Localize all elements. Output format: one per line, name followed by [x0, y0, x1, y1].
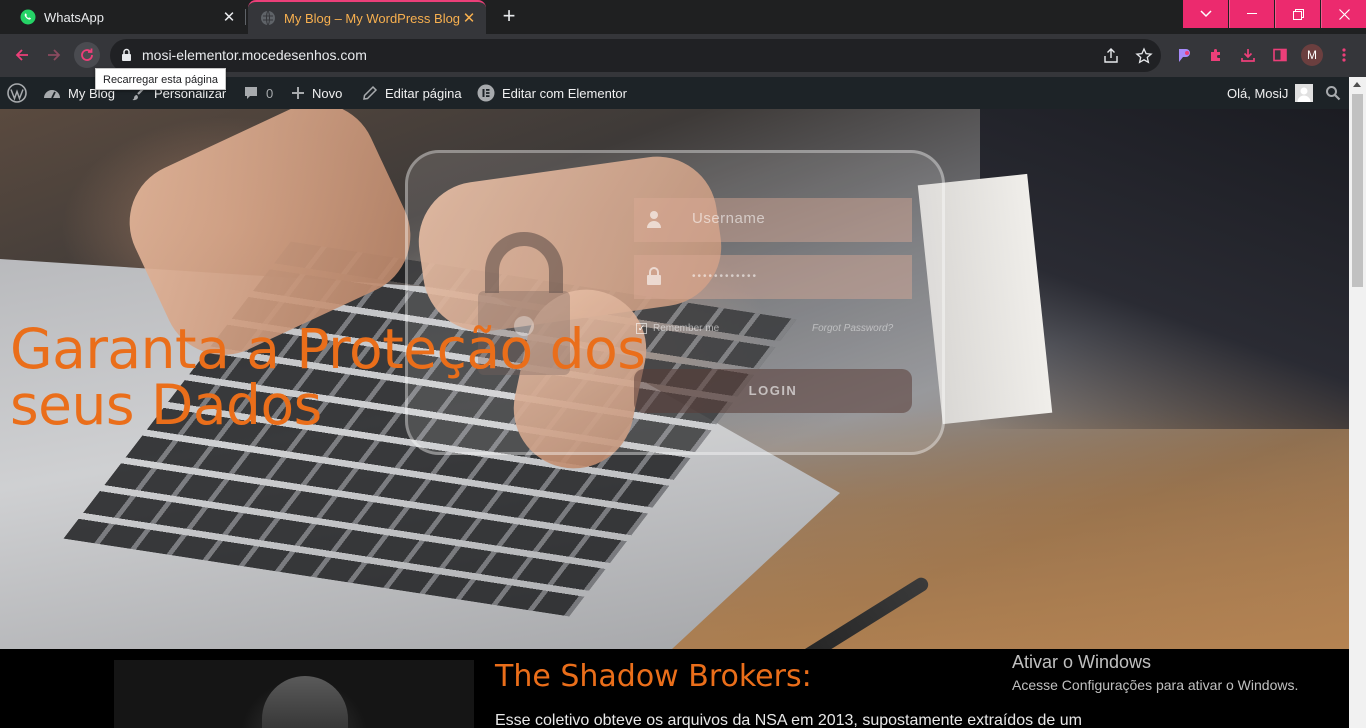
tab-strip: WhatsApp ✕ My Blog – My WordPress Blog ✕…: [0, 0, 1366, 34]
watermark-title: Ativar o Windows: [1012, 652, 1152, 672]
downloads-button[interactable]: [1238, 45, 1258, 65]
edit-elementor-label: Editar com Elementor: [502, 85, 627, 101]
section-paragraph: Esse coletivo obteve os arquivos da NSA …: [495, 712, 1082, 728]
scrollbar-thumb[interactable]: [1352, 94, 1363, 287]
page-viewport: My Blog Personalizar 0 Novo Editar págin…: [0, 77, 1349, 728]
extension-button[interactable]: [1174, 45, 1194, 65]
username-field: Username: [634, 198, 912, 242]
lock-icon: [122, 48, 131, 61]
user-avatar-icon: [1295, 84, 1314, 102]
comments-link[interactable]: 0: [243, 77, 273, 109]
edit-page-link[interactable]: Editar página: [362, 77, 462, 109]
username-placeholder: Username: [692, 210, 766, 227]
tab-whatsapp[interactable]: WhatsApp ✕: [0, 0, 246, 34]
globe-icon: [261, 10, 275, 26]
reload-button[interactable]: [74, 42, 100, 68]
puzzle-icon: [1211, 49, 1220, 61]
minimize-icon: [1247, 13, 1257, 14]
reload-icon: [81, 48, 93, 61]
watermark-subtitle: Acesse Configurações para ativar o Windo…: [1012, 677, 1299, 693]
minimize-button[interactable]: [1229, 0, 1274, 28]
brush-extension-icon: [1179, 49, 1190, 62]
whatsapp-icon: [20, 9, 36, 25]
password-field: ••••••••••••: [634, 255, 912, 299]
new-label: Novo: [312, 85, 343, 101]
side-panel-button[interactable]: [1270, 45, 1290, 65]
new-tab-button[interactable]: +: [496, 5, 522, 29]
hooded-figure-image: [114, 660, 474, 728]
comment-bubble-icon: [245, 87, 257, 99]
tab-search-button[interactable]: [1183, 0, 1228, 28]
wp-logo-menu[interactable]: [7, 77, 27, 109]
search-icon: [1326, 86, 1341, 101]
elementor-icon: [477, 84, 495, 102]
close-icon: [1338, 8, 1350, 20]
chevron-down-icon: [1199, 10, 1212, 18]
url-text: mosi-elementor.mocedesenhos.com: [142, 47, 367, 63]
greeting-label: Olá, MosiJ: [1227, 85, 1289, 101]
tab-my-blog[interactable]: My Blog – My WordPress Blog ✕: [248, 0, 486, 34]
hood-shape: [262, 676, 348, 728]
tab-title: WhatsApp: [44, 9, 104, 25]
lock-icon: [647, 267, 661, 285]
restore-button[interactable]: [1275, 0, 1320, 28]
download-icon: [1241, 49, 1255, 62]
reload-tooltip: Recarregar esta página: [95, 68, 226, 90]
close-tab-icon[interactable]: ✕: [460, 9, 478, 27]
back-button[interactable]: [10, 43, 34, 67]
arrow-left-icon: [15, 49, 28, 61]
windows-activation-watermark: Ativar o Windows Acesse Configurações pa…: [1012, 652, 1298, 693]
wordpress-logo-icon: [7, 83, 27, 103]
side-panel-icon: [1273, 48, 1287, 62]
arrow-right-icon: [48, 49, 61, 61]
my-account-menu[interactable]: Olá, MosiJ: [1227, 77, 1314, 109]
comments-count: 0: [266, 85, 274, 101]
share-icon[interactable]: [1102, 47, 1120, 65]
section-title: The Shadow Brokers:: [495, 659, 812, 694]
dashboard-icon: [44, 90, 60, 99]
close-tab-icon[interactable]: ✕: [220, 8, 238, 26]
edit-page-label: Editar página: [385, 85, 462, 101]
admin-search-button[interactable]: [1325, 77, 1341, 109]
forgot-password-text: Forgot Password?: [812, 323, 894, 334]
hero-banner: Username •••••••••••• ✓ Remember me Forg…: [0, 83, 1349, 677]
more-vert-icon: [1342, 48, 1346, 62]
password-mask: ••••••••••••: [692, 271, 759, 282]
address-bar[interactable]: mosi-elementor.mocedesenhos.com: [110, 39, 1161, 72]
profile-avatar[interactable]: M: [1301, 44, 1323, 66]
page-scrollbar[interactable]: [1349, 77, 1366, 728]
restore-icon: [1292, 8, 1304, 20]
scroll-up-icon[interactable]: [1353, 82, 1361, 87]
close-window-button[interactable]: [1321, 0, 1366, 28]
tab-title: My Blog – My WordPress Blog: [284, 10, 460, 26]
browser-menu-button[interactable]: [1334, 45, 1354, 65]
edit-with-elementor-link[interactable]: Editar com Elementor: [477, 77, 627, 109]
bookmark-star-icon[interactable]: [1135, 47, 1153, 65]
user-icon: [647, 211, 661, 228]
forward-button[interactable]: [42, 43, 66, 67]
new-content-menu[interactable]: Novo: [291, 77, 342, 109]
pencil-icon: [363, 85, 378, 100]
plus-icon: [292, 87, 304, 99]
hero-heading: Garanta a Proteção dos seus Dados: [10, 317, 646, 437]
extensions-menu-button[interactable]: [1206, 45, 1226, 65]
